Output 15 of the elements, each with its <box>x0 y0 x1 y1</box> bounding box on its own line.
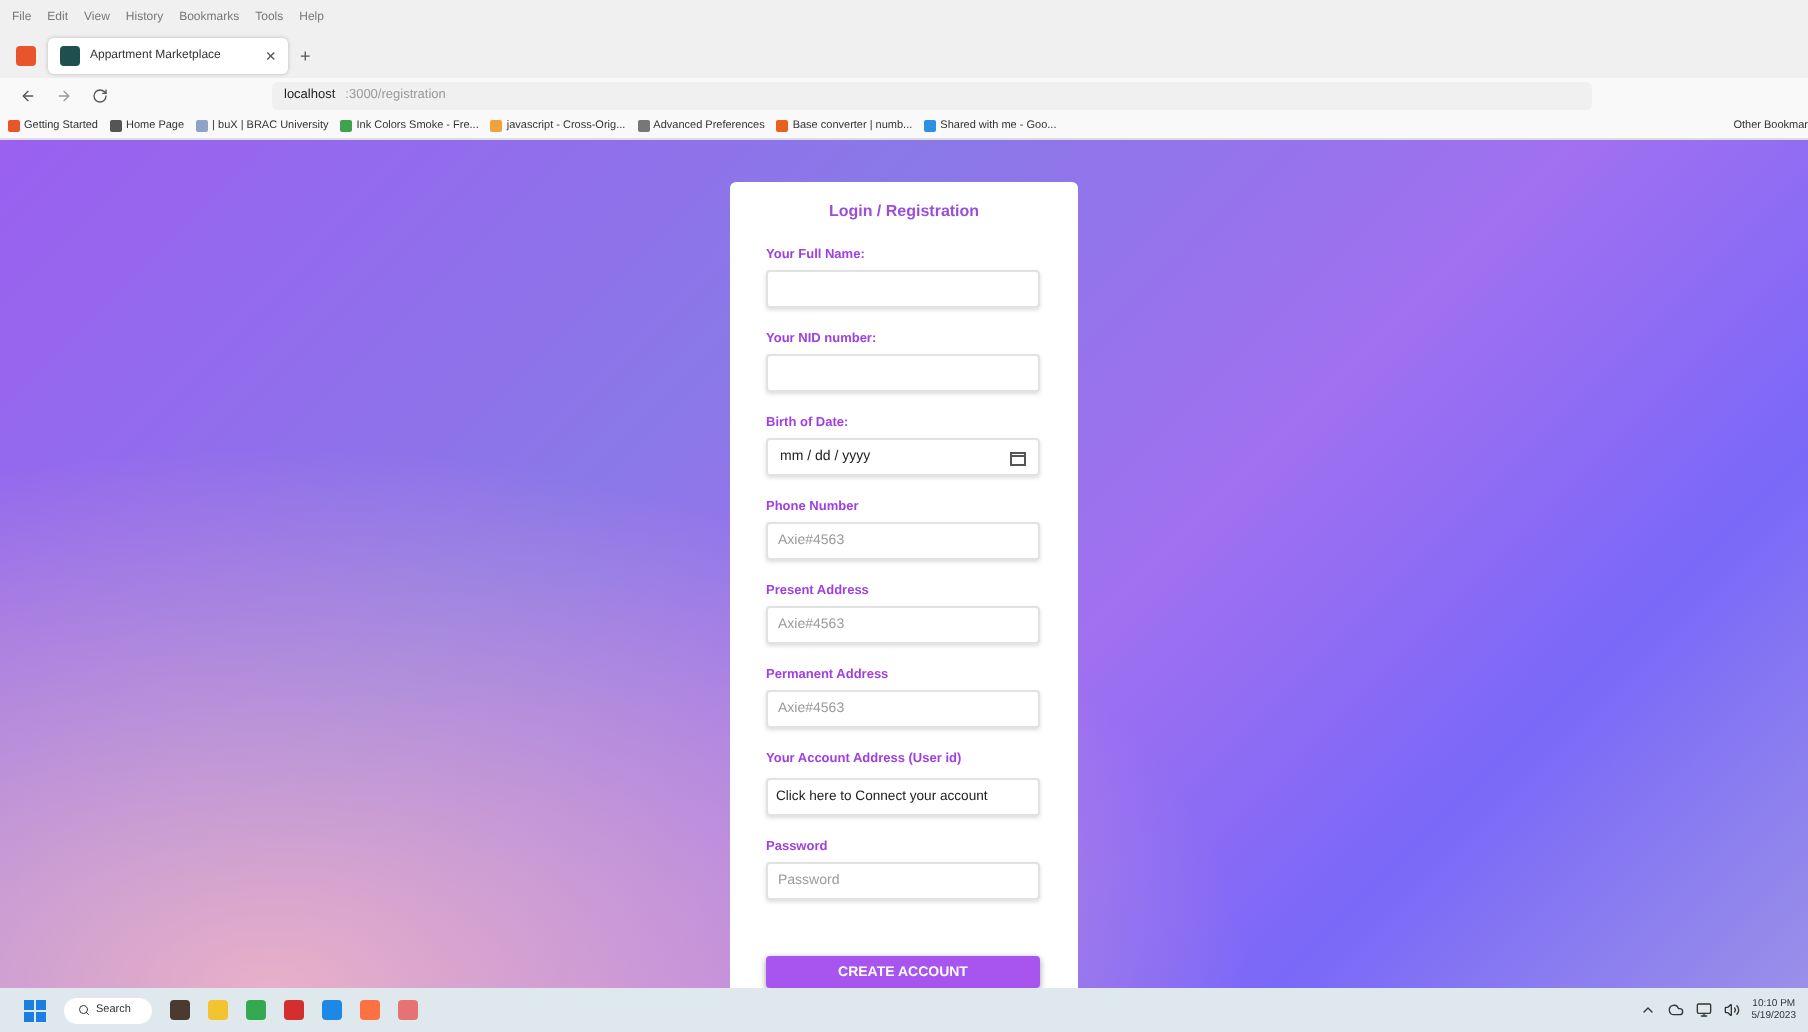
close-button[interactable]: × <box>265 46 276 66</box>
input-field[interactable] <box>766 270 1040 308</box>
volume-icon[interactable] <box>1723 1002 1740 1018</box>
calendar-icon[interactable] <box>1010 449 1026 465</box>
form-title: Login / Registration <box>826 202 982 220</box>
back-icon[interactable] <box>20 87 36 103</box>
chevron-up-icon[interactable] <box>1639 1002 1656 1018</box>
reload-icon[interactable] <box>92 87 108 103</box>
forward-icon[interactable] <box>56 87 72 103</box>
start-icon[interactable] <box>24 999 46 1021</box>
cloud-icon[interactable] <box>1667 1002 1684 1018</box>
input-field[interactable] <box>766 354 1040 392</box>
search-icon <box>78 1004 90 1016</box>
monitor-icon[interactable] <box>1695 1002 1712 1018</box>
new-tab-button[interactable]: + <box>300 46 311 66</box>
